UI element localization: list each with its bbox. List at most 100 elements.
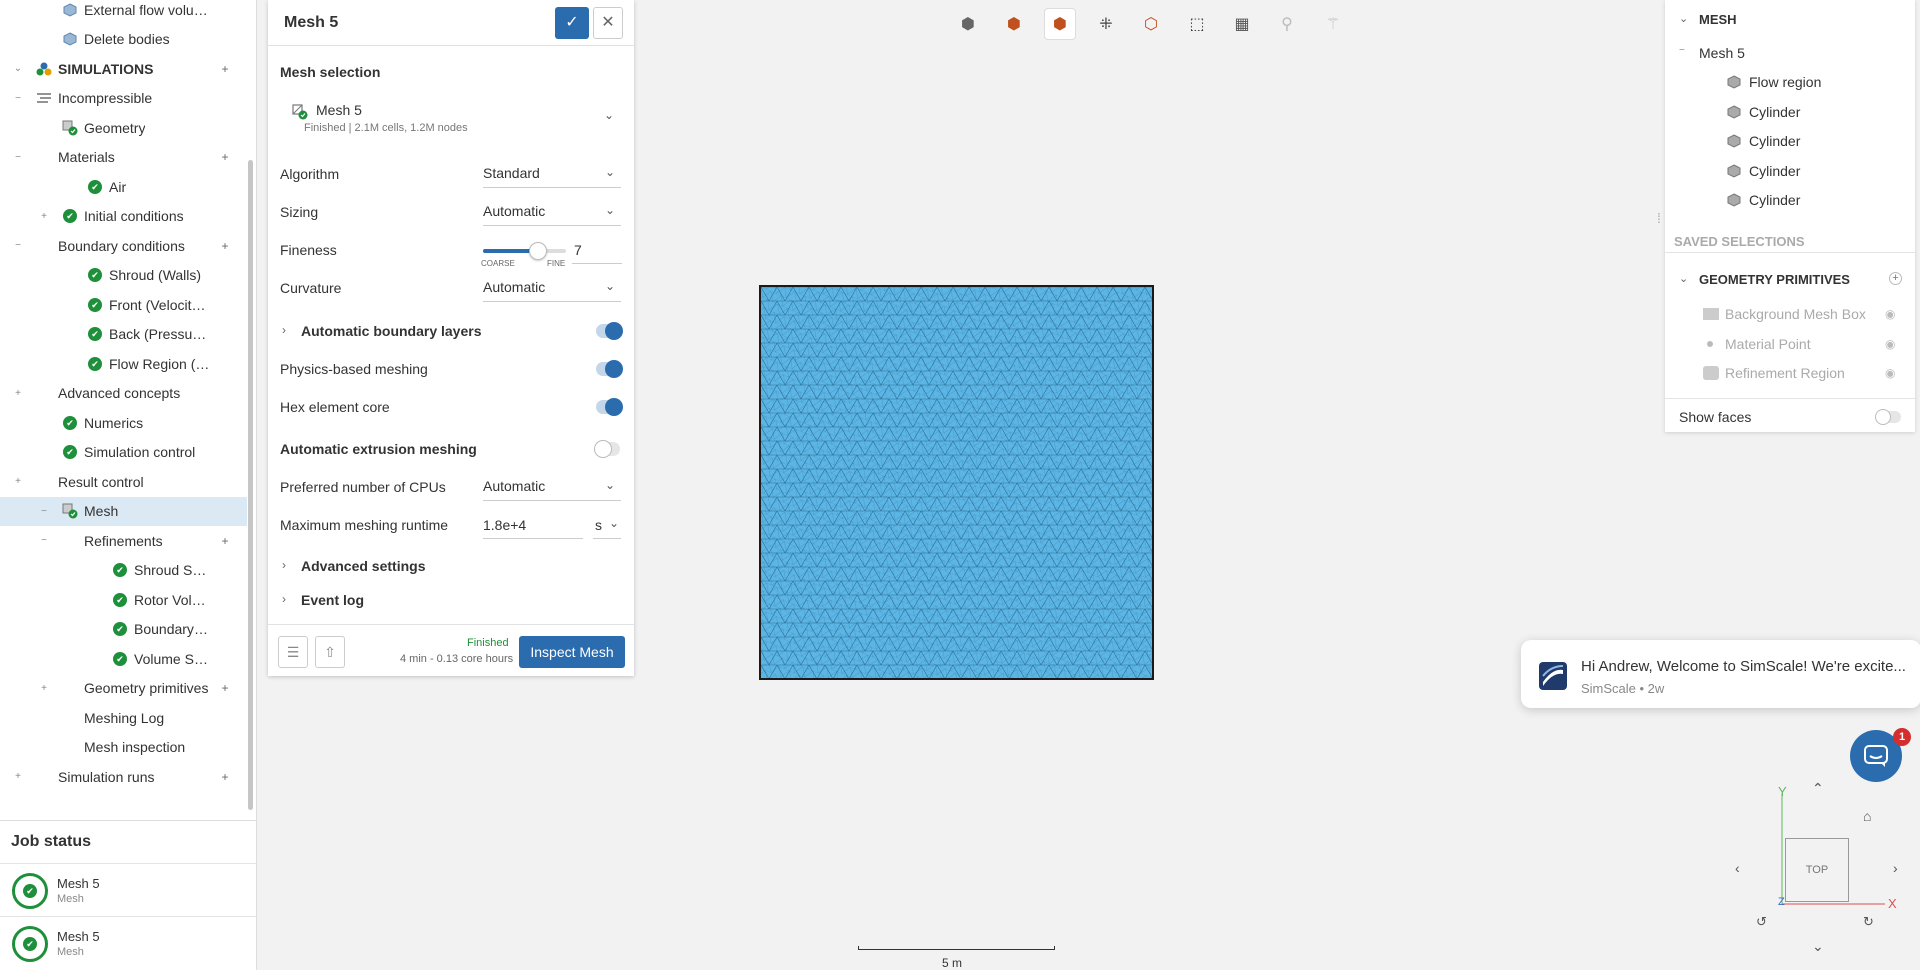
tree-item[interactable]: ✔ Air [0,172,247,201]
mesh-section-header[interactable]: ⌄ MESH [1665,6,1915,34]
list-button[interactable]: ☰ [278,636,308,668]
event-log-label[interactable]: Event log [301,592,364,608]
welcome-notification[interactable]: Hi Andrew, Welcome to SimScale! We're ex… [1521,640,1920,708]
tree-item[interactable]: ✔ Shroud (Walls) [0,261,247,290]
slider-handle[interactable] [529,242,548,260]
primitive-tree-item[interactable]: Material Point ◉ [1665,330,1915,358]
view-surfaces-button[interactable]: ⬢ [998,8,1030,40]
tree-item[interactable]: + ✔ Initial conditions [0,202,247,231]
runtime-unit-select[interactable]: s ⌄ [593,511,621,539]
expand-icon[interactable]: + [38,211,50,222]
confirm-button[interactable]: ✓ [555,7,589,39]
visibility-eye-icon[interactable]: ◉ [1885,366,1895,380]
part-tree-item[interactable]: Cylinder [1665,127,1915,155]
tree-item[interactable]: + Advanced concepts [0,379,247,408]
chevron-right-icon[interactable]: › [282,323,286,337]
view-wireframe-button[interactable]: ⬡ [1135,8,1167,40]
tree-item[interactable]: + Simulation runs + [0,762,247,791]
add-icon[interactable]: + [218,62,232,76]
view-mesh-button[interactable]: ⬢ [1044,8,1076,40]
part-tree-item[interactable]: Cylinder [1665,98,1915,126]
show-faces-toggle[interactable] [1875,409,1901,425]
part-tree-item[interactable]: Flow region [1665,68,1915,96]
chevron-down-icon[interactable]: ⌄ [12,63,24,74]
tree-item[interactable]: − Refinements + [0,526,247,555]
box-select-button[interactable]: ⬚ [1181,8,1213,40]
auto-boundary-layers-toggle[interactable] [596,322,623,340]
collapse-icon[interactable]: − [12,93,24,104]
tree-item[interactable]: Delete bodies [0,25,247,54]
collapse-icon[interactable]: − [38,506,50,517]
rotate-down-icon[interactable]: ⌄ [1812,938,1824,955]
tree-item[interactable]: ✔ Flow Region (Walls) [0,349,247,378]
visibility-eye-icon[interactable]: ◉ [1885,337,1895,351]
tree-item[interactable]: − Mesh [0,496,247,526]
add-icon[interactable]: + [218,534,232,548]
add-icon[interactable]: + [218,681,232,695]
rotate-cw-icon[interactable]: ↻ [1863,914,1874,930]
mesh-viewport[interactable] [759,285,1154,680]
tree-item[interactable]: − Incompressible [0,84,247,113]
cpus-select[interactable]: Automatic ⌄ [483,473,621,501]
fineness-input[interactable]: 7 [572,236,622,264]
collapse-icon[interactable]: − [38,535,50,546]
tree-scrollbar[interactable] [248,160,253,810]
add-icon[interactable]: + [218,239,232,253]
expand-icon[interactable]: + [38,683,50,694]
part-tree-item[interactable]: Cylinder [1665,157,1915,185]
tree-item[interactable]: − Materials + [0,143,247,172]
panel-resize-handle[interactable]: ⁞ [1657,210,1661,226]
primitive-tree-item[interactable]: Refinement Region ◉ [1665,359,1915,387]
advanced-settings-label[interactable]: Advanced settings [301,558,425,574]
mesh-tree-item[interactable]: − Mesh 5 [1665,39,1915,67]
export-button[interactable]: ⇧ [315,636,345,668]
geometry-primitives-header[interactable]: ⌄ GEOMETRY PRIMITIVES + [1665,266,1915,294]
tree-item[interactable]: ✔ Volume Sizing [0,644,247,673]
collapse-icon[interactable]: − [12,240,24,251]
expand-icon[interactable]: + [12,771,24,782]
job-item[interactable]: ✔ Mesh 5 Mesh [0,863,257,915]
algorithm-select[interactable]: Standard ⌄ [483,160,621,188]
curvature-select[interactable]: Automatic ⌄ [483,274,621,302]
runtime-input[interactable]: 1.8e+4 [483,511,583,539]
probe-button[interactable]: ⚲ [1271,8,1303,40]
tree-item[interactable]: ✔ Numerics [0,408,247,437]
add-icon[interactable]: + [218,770,232,784]
rotate-left-icon[interactable]: ‹ [1735,860,1740,876]
tree-item[interactable]: ✔ Boundary Refi... [0,615,247,644]
sizing-select[interactable]: Automatic ⌄ [483,198,621,226]
tree-item[interactable]: ✔ Rotor Volume ... [0,585,247,614]
fineness-slider[interactable] [483,242,566,260]
tree-item[interactable]: + Geometry primitives + [0,674,247,703]
tree-item[interactable]: Meshing Log [0,703,247,732]
tree-item[interactable]: ✔ Front (Velocity Inlet) [0,290,247,319]
part-tree-item[interactable]: Cylinder [1665,186,1915,214]
tree-item[interactable]: − Boundary conditions + [0,231,247,260]
inspect-mesh-button[interactable]: Inspect Mesh [519,636,625,668]
tree-item[interactable]: ✔ Shroud Surfac... [0,556,247,585]
view-points-button[interactable]: ⁜ [1090,8,1122,40]
extrusion-meshing-toggle[interactable] [594,440,620,458]
tree-item[interactable]: ✔ Simulation control [0,438,247,467]
tree-item[interactable]: + Result control [0,467,247,496]
chevron-right-icon[interactable]: › [282,592,286,606]
view-solid-button[interactable]: ⬢ [952,8,984,40]
primitive-tree-item[interactable]: Background Mesh Box ◉ [1665,300,1915,328]
job-item[interactable]: ✔ Mesh 5 Mesh [0,916,257,968]
close-button[interactable]: ✕ [593,7,623,39]
tree-item[interactable]: ⌄ SIMULATIONS + [0,54,247,83]
view-cube[interactable]: TOP [1785,838,1849,902]
chevron-right-icon[interactable]: › [282,558,286,572]
tree-item[interactable]: Mesh inspection [0,733,247,762]
hex-core-toggle[interactable] [596,398,623,416]
expand-icon[interactable]: + [12,476,24,487]
visibility-eye-icon[interactable]: ◉ [1885,307,1895,321]
ai-button[interactable]: ⚚ [1317,8,1349,40]
collapse-icon[interactable]: − [12,152,24,163]
mesh-selection-dropdown[interactable]: Mesh 5 Finished | 2.1M cells, 1.2M nodes… [280,90,622,140]
physics-meshing-toggle[interactable] [596,360,623,378]
add-icon[interactable]: + [218,150,232,164]
tree-item[interactable]: External flow volume [0,0,247,24]
tree-item[interactable]: ✔ Back (Pressure Ou... [0,320,247,349]
tree-item[interactable]: Geometry [0,113,247,142]
